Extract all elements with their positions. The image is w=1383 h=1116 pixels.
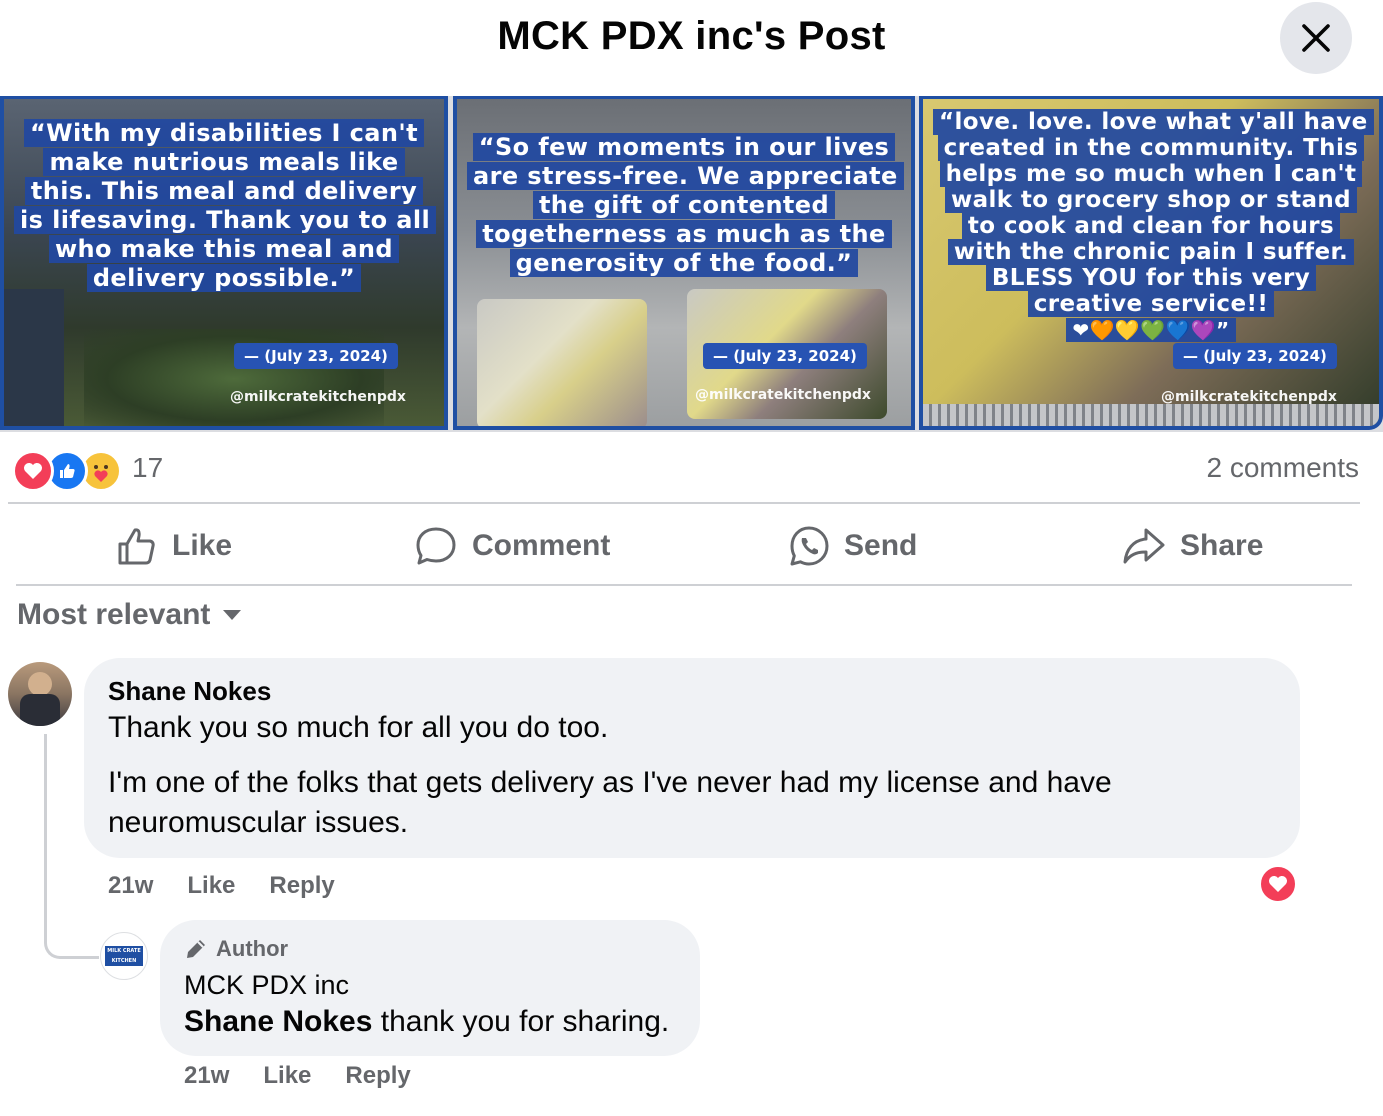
tile-date: — (July 23, 2024) xyxy=(234,343,398,369)
comment-meta: 21w Like Reply xyxy=(108,872,335,900)
reply-author[interactable]: MCK PDX inc xyxy=(184,970,349,1001)
divider xyxy=(16,584,1352,586)
close-button[interactable] xyxy=(1280,2,1352,74)
comments-count[interactable]: 2 comments xyxy=(1207,452,1360,484)
comment-time[interactable]: 21w xyxy=(108,872,153,900)
author-badge-label: Author xyxy=(216,936,289,961)
like-button[interactable]: Like xyxy=(116,506,232,586)
comment-bubble: Shane Nokes Thank you so much for all yo… xyxy=(84,658,1300,858)
reply-bubble: Author MCK PDX inc Shane Nokes thank you… xyxy=(160,920,700,1056)
reply-reply-button[interactable]: Reply xyxy=(345,1062,410,1090)
reply-time[interactable]: 21w xyxy=(184,1062,229,1090)
tile-handle: @milkcratekitchenpdx xyxy=(230,389,406,405)
media-image-1[interactable]: “With my disabilities I can't make nutri… xyxy=(0,96,448,430)
tile-date: — (July 23, 2024) xyxy=(703,343,867,369)
reactions-summary[interactable]: 17 2 comments xyxy=(0,440,1383,502)
pencil-icon xyxy=(187,940,205,958)
tile-quote: “love. love. love what y'all have create… xyxy=(933,109,1374,343)
tile-handle: @milkcratekitchenpdx xyxy=(695,387,871,403)
comment-label: Comment xyxy=(472,529,611,562)
comment-reply-button[interactable]: Reply xyxy=(269,872,334,900)
tile-date: — (July 23, 2024) xyxy=(1173,343,1337,369)
comment-like-button[interactable]: Like xyxy=(187,872,235,900)
divider xyxy=(8,502,1360,504)
sort-label: Most relevant xyxy=(17,598,211,631)
media-image-2[interactable]: “So few moments in our lives are stress-… xyxy=(453,96,915,430)
share-label: Share xyxy=(1180,529,1264,562)
comment-icon xyxy=(416,527,456,565)
comment-text: Thank you so much for all you do too. I'… xyxy=(108,711,1112,839)
media-image-3[interactable]: “love. love. love what y'all have create… xyxy=(919,96,1383,430)
mention-tag[interactable]: Shane Nokes xyxy=(184,1005,372,1038)
tile-quote: “So few moments in our lives are stress-… xyxy=(467,133,904,278)
tile-quote: “With my disabilities I can't make nutri… xyxy=(14,119,437,293)
comment-sort-dropdown[interactable]: Most relevant xyxy=(17,598,242,632)
share-button[interactable]: Share xyxy=(1122,506,1263,586)
reply-text: Shane Nokes thank you for sharing. xyxy=(184,1005,670,1038)
send-button[interactable]: Send xyxy=(788,506,917,586)
comment-button[interactable]: Comment xyxy=(414,506,610,586)
reaction-icons xyxy=(12,450,122,492)
reaction-count[interactable]: 17 xyxy=(132,452,163,484)
avatar-logo-text: MILK CRATE KITCHEN xyxy=(105,946,143,966)
page-avatar[interactable]: MILK CRATE KITCHEN xyxy=(100,932,148,980)
tile-handle: @milkcratekitchenpdx xyxy=(1161,389,1337,405)
post-header: MCK PDX inc's Post xyxy=(0,0,1383,96)
avatar[interactable] xyxy=(8,662,72,726)
send-label: Send xyxy=(844,529,918,562)
close-icon xyxy=(1302,24,1330,52)
reply-meta: 21w Like Reply xyxy=(184,1062,411,1090)
thumbs-up-icon xyxy=(118,528,155,565)
comment-author[interactable]: Shane Nokes xyxy=(108,676,271,707)
post-media: “With my disabilities I can't make nutri… xyxy=(0,96,1383,432)
like-label: Like xyxy=(172,529,233,562)
caret-down-icon xyxy=(223,610,242,620)
post-actions: Like Comment Send Share xyxy=(16,506,1352,586)
page-title: MCK PDX inc's Post xyxy=(497,14,886,58)
share-icon xyxy=(1123,528,1165,564)
love-reaction-icon[interactable] xyxy=(1258,864,1298,904)
whatsapp-icon xyxy=(790,526,829,566)
reply-like-button[interactable]: Like xyxy=(263,1062,311,1090)
author-badge: Author xyxy=(184,936,288,962)
love-icon xyxy=(12,450,54,492)
